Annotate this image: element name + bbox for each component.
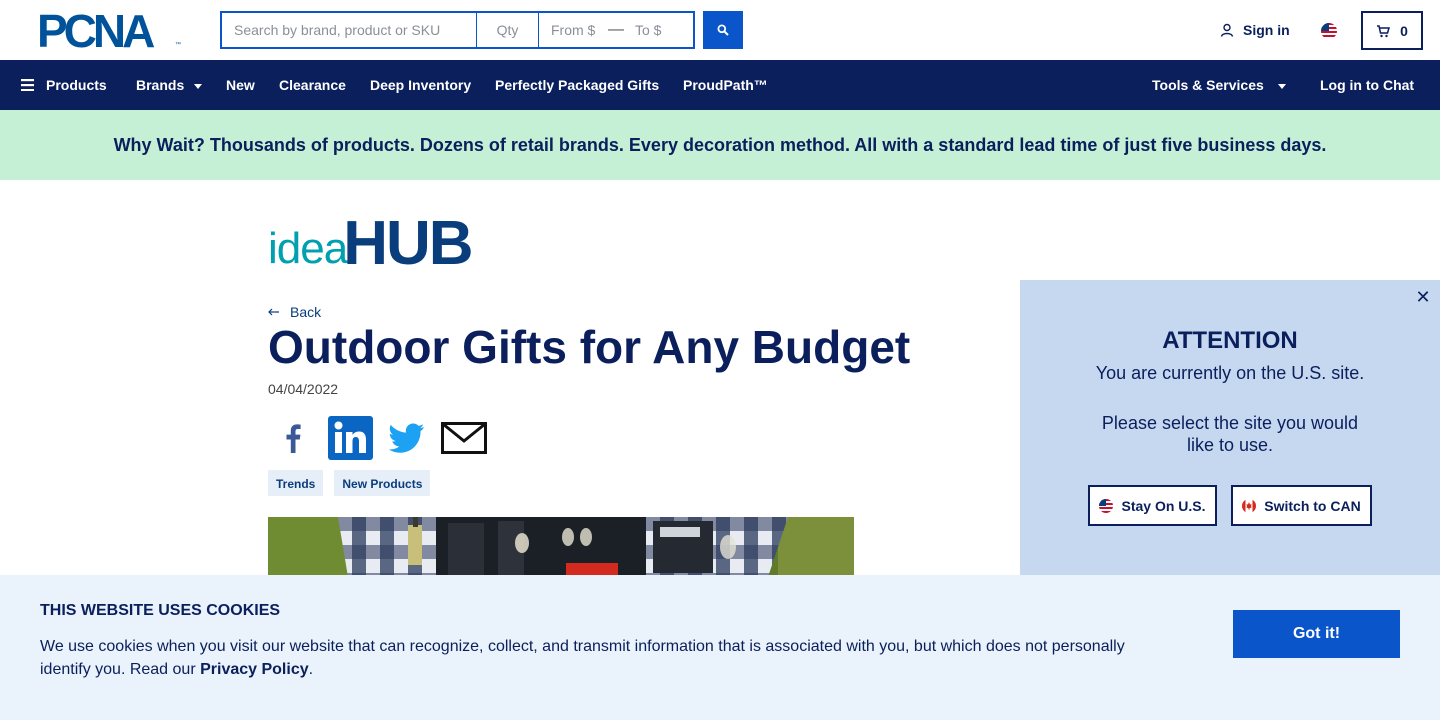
nav-products[interactable]: Products <box>21 60 107 110</box>
promo-banner-text: Why Wait? Thousands of products. Dozens … <box>113 134 1327 155</box>
share-linkedin[interactable] <box>328 416 373 460</box>
sign-in-link[interactable]: Sign in <box>1220 22 1290 38</box>
nav-login-chat[interactable]: Log in to Chat <box>1320 60 1414 110</box>
nav-brands-label: Brands <box>136 77 185 93</box>
hamburger-icon <box>21 79 34 91</box>
arrow-left-icon <box>268 308 279 316</box>
nav-proudpath-label: ProudPath™ <box>683 77 768 93</box>
cart-icon <box>1377 24 1391 37</box>
facebook-icon <box>286 424 301 453</box>
us-flag-icon[interactable] <box>1321 23 1337 39</box>
cookie-accept-button[interactable]: Got it! <box>1233 610 1400 658</box>
privacy-policy-link[interactable]: Privacy Policy <box>200 661 309 678</box>
price-from-input[interactable] <box>539 13 609 47</box>
us-flag-icon <box>1099 498 1114 513</box>
nav-gifts-label: Perfectly Packaged Gifts <box>495 77 660 93</box>
nav-proudpath[interactable]: ProudPath™ <box>683 60 768 110</box>
nav-tools-label: Tools & Services <box>1152 77 1264 93</box>
search-bar: — <box>220 11 695 49</box>
cart-count: 0 <box>1400 22 1408 39</box>
share-twitter[interactable] <box>389 416 425 460</box>
nav-new[interactable]: New <box>226 60 255 110</box>
qty-input[interactable] <box>477 13 539 47</box>
logo-wordmark: PCNA <box>37 5 155 57</box>
nav-new-label: New <box>226 77 255 93</box>
twitter-icon <box>389 423 424 453</box>
nav-deep-inventory-label: Deep Inventory <box>370 77 472 93</box>
modal-title: ATTENTION <box>1162 327 1298 354</box>
tag-trends[interactable]: Trends <box>268 470 324 496</box>
nav-tools-services[interactable]: Tools & Services <box>1152 60 1286 110</box>
caret-down-icon <box>1277 83 1286 89</box>
cookie-title: THIS WEBSITE USES COOKIES <box>40 602 281 619</box>
cart-button[interactable]: 0 <box>1361 11 1423 50</box>
search-icon <box>717 24 729 36</box>
nav-deep-inventory[interactable]: Deep Inventory <box>370 60 471 110</box>
nav-perfectly-packaged-gifts[interactable]: Perfectly Packaged Gifts <box>495 60 659 110</box>
modal-current-site-text: You are currently on the U.S. site. <box>1095 363 1365 383</box>
linkedin-icon <box>328 416 373 460</box>
back-link[interactable]: Back <box>268 304 321 320</box>
article-tags: Trends New Products <box>268 470 431 496</box>
price-to-input[interactable] <box>623 13 693 47</box>
switch-to-can-label: Switch to CAN <box>1264 497 1361 514</box>
article-title: Outdoor Gifts for Any Budget <box>268 321 911 373</box>
cookie-text-end: . <box>308 661 314 678</box>
sign-in-label: Sign in <box>1243 22 1290 38</box>
top-header: PCNA ™ — Sign in <box>0 0 1440 60</box>
close-icon[interactable]: ✕ <box>1414 287 1432 307</box>
ideahub-logo-hub: HUB <box>343 209 473 278</box>
nav-clearance[interactable]: Clearance <box>279 60 346 110</box>
modal-select-site-text: Please select the site you would like to… <box>1101 413 1359 455</box>
switch-to-can-button[interactable]: Switch to CAN <box>1231 485 1372 526</box>
share-facebook[interactable] <box>278 416 308 460</box>
user-icon <box>1220 23 1234 37</box>
logo-trademark: ™ <box>175 42 181 48</box>
promo-banner: Why Wait? Thousands of products. Dozens … <box>0 110 1440 180</box>
main-nav: Products Brands New Clearance Deep Inven… <box>0 60 1440 110</box>
cookie-text: We use cookies when you visit our websit… <box>40 635 1150 681</box>
search-button[interactable] <box>703 11 743 49</box>
tag-new-products[interactable]: New Products <box>334 470 431 496</box>
nav-clearance-label: Clearance <box>279 77 346 93</box>
ideahub-logo[interactable]: idea HUB <box>268 209 474 278</box>
pcna-logo[interactable]: PCNA ™ <box>37 8 181 54</box>
stay-on-us-label: Stay On U.S. <box>1121 497 1206 514</box>
nav-chat-label: Log in to Chat <box>1320 77 1415 93</box>
nav-products-label: Products <box>46 77 107 93</box>
stay-on-us-button[interactable]: Stay On U.S. <box>1088 485 1217 526</box>
caret-down-icon <box>194 83 203 89</box>
article-date: 04/04/2022 <box>268 381 339 397</box>
article-hero-image <box>268 517 854 577</box>
nav-brands[interactable]: Brands <box>136 60 203 110</box>
search-input[interactable] <box>222 13 477 47</box>
canada-flag-icon <box>1242 498 1257 513</box>
price-range-separator: — <box>608 21 624 38</box>
ideahub-logo-idea: idea <box>268 224 348 273</box>
back-label: Back <box>290 304 322 320</box>
share-email[interactable] <box>441 416 487 460</box>
email-icon <box>441 422 487 454</box>
